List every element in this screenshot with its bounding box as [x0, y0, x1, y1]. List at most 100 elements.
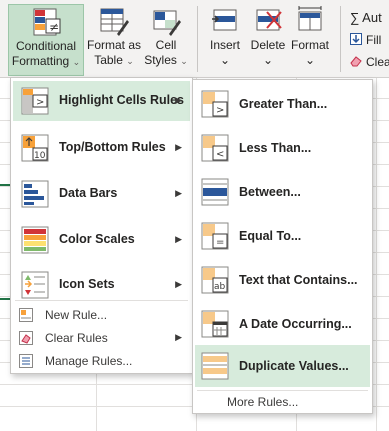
menu-item-label: Less Than... [239, 141, 312, 155]
menu-separator [15, 300, 188, 301]
delete-label: Delete [250, 38, 286, 52]
icon-sets-icon [21, 271, 51, 299]
date-occurring-icon [201, 310, 231, 338]
delete-button[interactable]: Delete ⌄ [248, 4, 288, 76]
insert-cells-icon [208, 6, 242, 38]
chevron-down-icon: ⌄ [262, 53, 274, 67]
insert-label: Insert [209, 38, 240, 52]
menu-item-clear-rules[interactable]: Clear Rules ▶ [13, 327, 190, 349]
conditional-formatting-icon: ≠ [29, 7, 63, 39]
fill-label: Fill [366, 33, 382, 47]
chevron-right-icon: ▶ [175, 279, 182, 289]
menu-item-label: Color Scales [59, 232, 135, 246]
menu-item-label: Text that Contains... [239, 273, 358, 287]
chevron-right-icon: ▶ [175, 188, 182, 198]
cell-styles-label-2: Styles [144, 53, 177, 67]
clear-rules-icon [19, 331, 33, 348]
chevron-down-icon: ⌄ [219, 53, 231, 67]
menu-item-label: A Date Occurring... [239, 317, 352, 331]
format-cells-icon [293, 6, 327, 38]
manage-rules-icon [19, 354, 33, 371]
format-as-table-icon [97, 6, 131, 38]
format-as-table-label: Format as [86, 38, 141, 52]
greater-than-icon: > [201, 90, 231, 118]
new-rule-icon [19, 308, 33, 325]
chevron-down-icon: ⌄ [304, 53, 316, 67]
menu-item-label: Clear Rules [45, 331, 108, 345]
menu-item-label: Manage Rules... [45, 354, 133, 368]
ribbon-separator [197, 6, 198, 72]
clear-label: Clea [366, 55, 389, 69]
svg-text:>: > [216, 105, 224, 116]
menu-item-less-than[interactable]: < Less Than... [195, 127, 370, 169]
svg-text:>: > [36, 97, 44, 108]
menu-item-label: Duplicate Values... [239, 359, 349, 373]
svg-text:≠: ≠ [49, 20, 59, 34]
color-scales-icon [21, 226, 51, 254]
fill-button[interactable]: Fill [350, 31, 381, 49]
data-bars-icon [21, 180, 51, 208]
svg-text:ab: ab [214, 282, 226, 292]
autosum-label: ∑ Aut [350, 9, 382, 25]
fill-down-icon [350, 32, 362, 48]
svg-text:<: < [216, 149, 224, 160]
delete-cells-icon [251, 6, 285, 38]
chevron-right-icon: ▶ [175, 234, 182, 244]
cell-styles-button[interactable]: Cell Styles ⌄ [142, 4, 190, 76]
menu-item-label: Between... [239, 185, 301, 199]
menu-item-data-bars[interactable]: Data Bars ▶ [13, 174, 190, 214]
ribbon: ≠ Conditional Formatting ⌄ Format as Tab… [0, 0, 389, 78]
highlight-cells-icon: > [21, 87, 51, 115]
menu-item-greater-than[interactable]: > Greater Than... [195, 83, 370, 125]
chevron-down-icon: ⌄ [72, 57, 81, 67]
less-than-icon: < [201, 134, 231, 162]
menu-item-equal-to[interactable]: = Equal To... [195, 215, 370, 257]
format-label: Format [290, 38, 329, 52]
autosum-button[interactable]: ∑ Aut [350, 8, 382, 26]
menu-item-more-rules[interactable]: More Rules... [195, 393, 370, 413]
menu-item-label: Equal To... [239, 229, 302, 243]
menu-item-label: Highlight Cells Rules [59, 93, 185, 107]
duplicate-values-icon [201, 352, 231, 380]
menu-item-duplicate-values[interactable]: Duplicate Values... [195, 345, 370, 387]
menu-item-top-bottom-rules[interactable]: 10 Top/Bottom Rules ▶ [13, 128, 190, 168]
top-bottom-icon: 10 [21, 134, 51, 162]
conditional-formatting-button[interactable]: ≠ Conditional Formatting ⌄ [8, 4, 84, 76]
format-as-table-label-2: Table [94, 53, 123, 67]
menu-item-between[interactable]: Between... [195, 171, 370, 213]
menu-item-text-that-contains[interactable]: ab Text that Contains... [195, 259, 370, 301]
clear-button[interactable]: Clea [350, 53, 389, 71]
conditional-formatting-menu: > Highlight Cells Rules ▶ 10 Top/Bottom … [10, 77, 193, 374]
menu-item-label: Greater Than... [239, 97, 328, 111]
eraser-icon [350, 55, 362, 70]
cell-styles-icon [149, 6, 183, 38]
menu-item-label: New Rule... [45, 308, 108, 322]
svg-text:10: 10 [34, 151, 46, 161]
menu-item-highlight-cells-rules[interactable]: > Highlight Cells Rules ▶ [13, 81, 190, 121]
equal-to-icon: = [201, 222, 231, 250]
menu-item-label: Icon Sets [59, 277, 115, 291]
cell-styles-label: Cell [155, 38, 177, 52]
menu-item-label: More Rules... [227, 395, 299, 409]
svg-text:=: = [216, 237, 224, 248]
menu-item-icon-sets[interactable]: Icon Sets ▶ [13, 265, 190, 305]
menu-item-new-rule[interactable]: New Rule... [13, 304, 190, 326]
between-icon [201, 178, 231, 206]
conditional-formatting-label: Conditional [15, 39, 77, 53]
chevron-right-icon: ▶ [175, 95, 182, 105]
menu-item-label: Data Bars [59, 186, 118, 200]
menu-item-manage-rules[interactable]: Manage Rules... [13, 350, 190, 372]
chevron-right-icon: ▶ [175, 142, 182, 152]
menu-item-color-scales[interactable]: Color Scales ▶ [13, 220, 190, 260]
menu-separator [197, 390, 368, 391]
insert-button[interactable]: Insert ⌄ [206, 4, 244, 76]
format-button[interactable]: Format ⌄ [288, 4, 332, 76]
chevron-down-icon: ⌄ [126, 56, 134, 66]
chevron-right-icon: ▶ [175, 332, 182, 342]
menu-item-label: Top/Bottom Rules [59, 140, 166, 154]
chevron-down-icon: ⌄ [180, 56, 188, 66]
menu-item-date-occurring[interactable]: A Date Occurring... [195, 303, 370, 345]
format-as-table-button[interactable]: Format as Table ⌄ [86, 4, 142, 76]
conditional-formatting-label-2: Formatting [11, 54, 70, 68]
highlight-cells-rules-submenu: > Greater Than... < Less Than... Between… [192, 79, 373, 414]
